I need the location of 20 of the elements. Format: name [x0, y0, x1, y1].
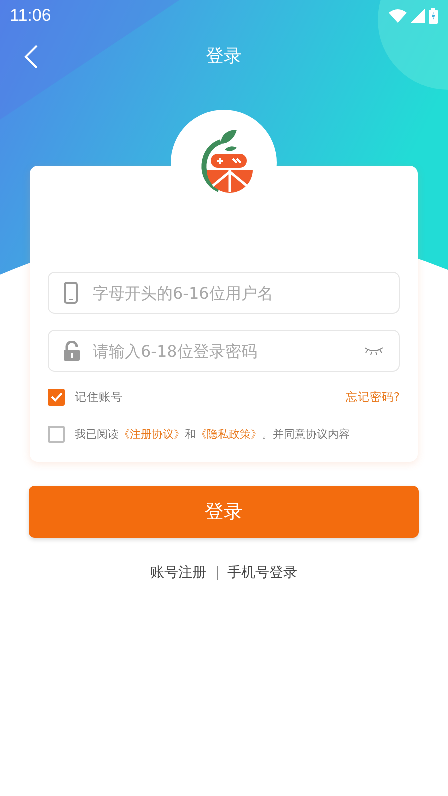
padlock-icon: [64, 341, 80, 361]
agreement-text: 我已阅读《注册协议》和《隐私政策》。并同意协议内容: [75, 426, 350, 442]
page-title: 登录: [206, 45, 242, 68]
agreement-link[interactable]: 《注册协议》: [119, 428, 185, 440]
phone-icon: [64, 282, 78, 304]
phone-login-link[interactable]: 手机号登录: [228, 564, 298, 582]
password-field[interactable]: 请输入6-18位登录密码: [48, 330, 400, 372]
wifi-icon: [389, 9, 407, 23]
agreement-checkbox[interactable]: [48, 426, 65, 442]
register-link[interactable]: 账号注册: [150, 564, 206, 582]
status-time: 11:06: [10, 6, 52, 26]
battery-icon: [429, 8, 438, 24]
agreement-link[interactable]: 《隐私政策》: [196, 428, 262, 440]
login-button[interactable]: 登录: [29, 486, 419, 538]
remember-label: 记住账号: [75, 390, 123, 404]
closed-eye-icon[interactable]: [364, 347, 384, 355]
username-field[interactable]: 字母开头的6-16位用户名: [48, 272, 400, 314]
signal-icon: [411, 9, 425, 23]
forgot-password-link[interactable]: 忘记密码?: [346, 390, 400, 404]
remember-checkbox[interactable]: [48, 388, 65, 406]
